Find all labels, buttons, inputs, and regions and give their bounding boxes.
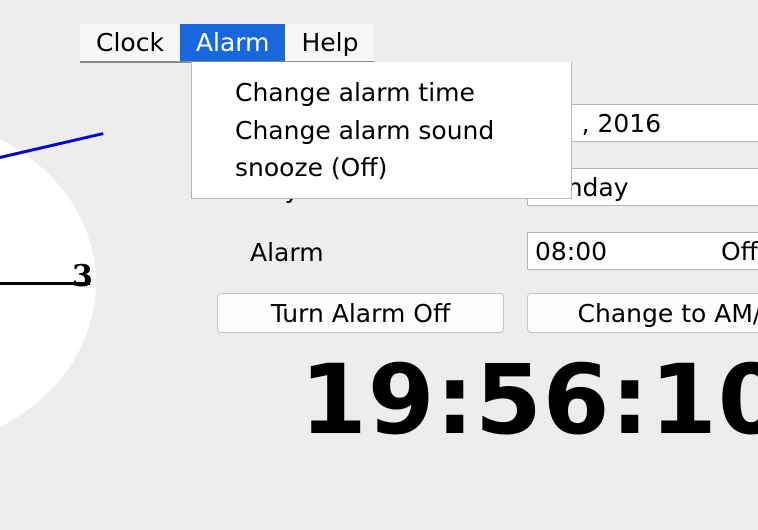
menu-alarm[interactable]: Alarm — [179, 24, 286, 61]
menu-item-snooze[interactable]: snooze (Off) — [192, 149, 571, 187]
menu-item-change-alarm-sound-label: Change alarm sound — [235, 115, 495, 145]
menu-item-change-alarm-time[interactable]: Change alarm time — [192, 74, 571, 112]
menu-help[interactable]: Help — [285, 24, 374, 61]
menu-item-change-alarm-time-label: Change alarm time — [235, 78, 475, 107]
alarm-dropdown-menu: Change alarm time Change alarm sound sno… — [191, 62, 572, 199]
alarm-state-value: Off — [721, 236, 758, 266]
change-to-am-pm-button-label: Change to AM/P — [577, 298, 758, 328]
analog-clock-hour-hand — [0, 282, 90, 285]
menu-alarm-label: Alarm — [195, 28, 270, 57]
alarm-field[interactable]: 08:00 Off — [527, 232, 758, 270]
menu-clock-label: Clock — [96, 28, 164, 57]
alarm-time-value: 08:00 — [535, 236, 608, 266]
digital-clock-display: 19:56:10 — [300, 344, 758, 456]
analog-clock-face — [0, 115, 96, 451]
analog-clock: 3 — [0, 115, 104, 455]
analog-clock-minute-hand — [0, 132, 104, 194]
alarm-label: Alarm — [250, 238, 324, 267]
menu-bar: Clock Alarm Help — [80, 24, 375, 63]
menu-clock[interactable]: Clock — [80, 24, 180, 61]
menu-help-label: Help — [301, 28, 359, 57]
analog-clock-numeral-3: 3 — [72, 259, 93, 294]
menu-item-change-alarm-sound[interactable]: Change alarm sound — [192, 112, 571, 150]
turn-alarm-button[interactable]: Turn Alarm Off — [217, 293, 504, 333]
change-to-am-pm-button[interactable]: Change to AM/P — [527, 293, 758, 333]
menu-item-snooze-label: snooze (Off) — [235, 153, 388, 182]
turn-alarm-button-label: Turn Alarm Off — [270, 298, 451, 328]
